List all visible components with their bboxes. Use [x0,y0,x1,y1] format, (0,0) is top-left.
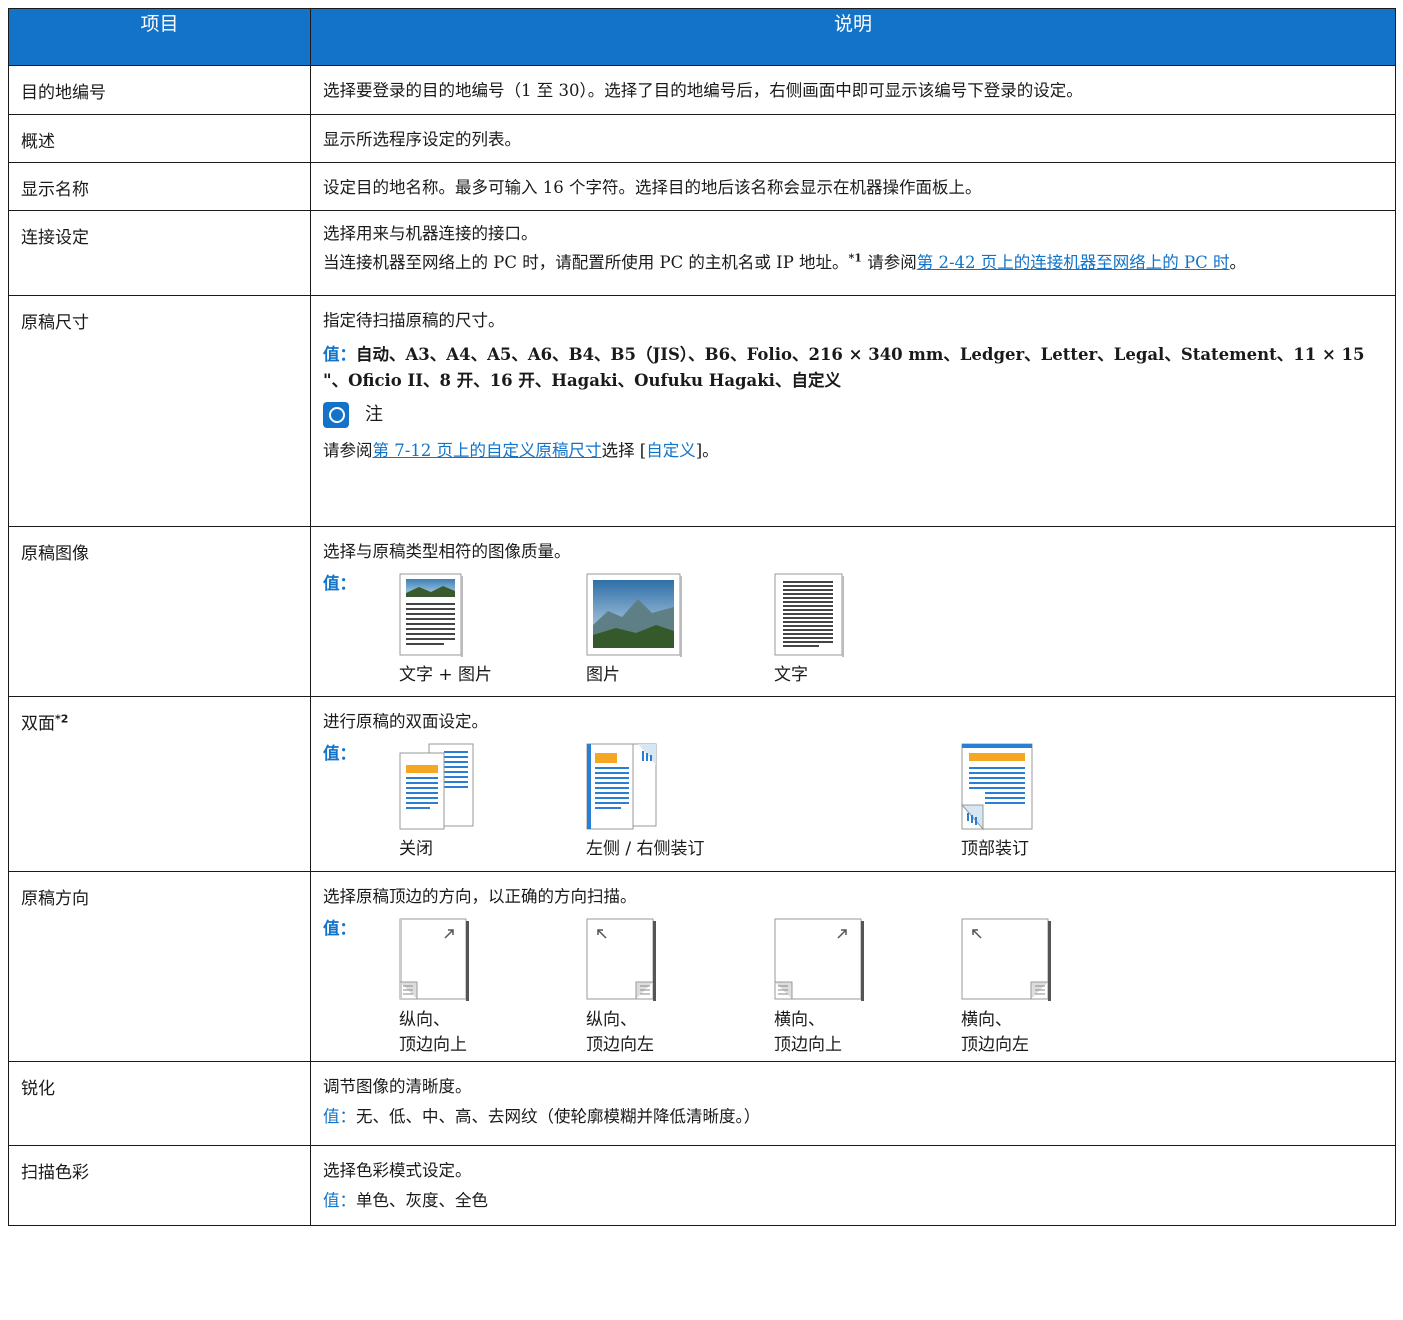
color-values: 值：单色、灰度、全色 [323,1191,488,1210]
table-header: 项目 说明 [8,8,1396,66]
desc-overview: 显示所选程序设定的列表。 [310,114,1396,163]
option-duplex-left-right[interactable]: 左侧 / 右侧装订 [586,743,705,862]
desc-color: 选择色彩模式设定。 值：单色、灰度、全色 [310,1145,1396,1226]
option-caption: 横向、 顶边向左 [961,1010,1029,1055]
option-duplex-top[interactable]: 顶部装订 [961,743,1035,862]
connection-desc1: 选择用来与机器连接的接口。 [323,224,538,243]
desc-orig-image: 选择与原稿类型相符的图像质量。 值： 文字 + 图片 图片 文字 [310,526,1396,697]
option-landscape-top-left[interactable]: 横向、 顶边向左 [961,918,1051,1058]
option-caption: 纵向、 顶边向上 [399,1010,467,1055]
orig-size-values: 值：自动、A3、A4、A5、A6、B4、B5（JIS）、B6、Folio、216… [323,345,1365,390]
photo-icon [586,573,682,657]
header-desc: 说明 [310,8,1396,66]
item-orientation: 原稿方向 [8,871,311,1062]
orig-image-desc: 选择与原稿类型相符的图像质量。 [323,542,571,561]
table-row: 原稿尺寸 指定待扫描原稿的尺寸。 值：自动、A3、A4、A5、A6、B4、B5（… [8,295,1396,527]
item-duplex: 双面*2 [8,696,311,872]
header-item: 项目 [8,8,311,66]
duplex-left-right-icon [586,743,657,830]
item-dest-no: 目的地编号 [8,65,311,115]
option-caption: 横向、 顶边向上 [774,1010,842,1055]
option-photo[interactable]: 图片 [586,573,682,688]
option-portrait-top-up[interactable]: 纵向、 顶边向上 [399,918,469,1058]
settings-table: 项目 说明 目的地编号 选择要登录的目的地编号（1 至 30）。选择了目的地编号… [8,8,1396,1226]
table-row: 原稿图像 选择与原稿类型相符的图像质量。 值： 文字 + 图片 图片 文字 [8,526,1396,697]
value-label: 值： [323,345,356,364]
orientation-desc: 选择原稿顶边的方向，以正确的方向扫描。 [323,887,637,906]
option-caption: 顶部装订 [961,839,1029,859]
item-display-name: 显示名称 [8,162,311,211]
item-overview: 概述 [8,114,311,163]
link-custom-size[interactable]: 第 7-12 页上的自定义原稿尺寸 [373,441,602,460]
note-title: 注 [365,404,383,425]
option-landscape-top-up[interactable]: 横向、 顶边向上 [774,918,864,1058]
table-row: 显示名称 设定目的地名称。最多可输入 16 个字符。选择目的地后该名称会显示在机… [8,162,1396,211]
portrait-top-up-icon [399,918,469,1001]
note: 注 [323,402,1383,428]
option-caption: 图片 [586,665,620,685]
orig-size-desc: 指定待扫描原稿的尺寸。 [323,311,505,330]
option-text[interactable]: 文字 [774,573,844,688]
desc-orientation: 选择原稿顶边的方向，以正确的方向扫描。 值： 纵向、 顶边向上 纵向、 顶边向左… [310,871,1396,1062]
table-row: 概述 显示所选程序设定的列表。 [8,114,1396,163]
desc-dest-no: 选择要登录的目的地编号（1 至 30）。选择了目的地编号后，右侧画面中即可显示该… [310,65,1396,115]
desc-display-name: 设定目的地名称。最多可输入 16 个字符。选择目的地后该名称会显示在机器操作面板… [310,162,1396,211]
value-label: 值： [323,1191,356,1210]
item-orig-image: 原稿图像 [8,526,311,697]
option-portrait-top-left[interactable]: 纵向、 顶边向左 [586,918,656,1058]
landscape-top-up-icon [774,918,864,1001]
option-text-photo[interactable]: 文字 + 图片 [399,573,492,688]
table-row: 目的地编号 选择要登录的目的地编号（1 至 30）。选择了目的地编号后，右侧画面… [8,65,1396,115]
option-caption: 关闭 [399,839,433,859]
orientation-options: 值： 纵向、 顶边向上 纵向、 顶边向左 横向、 顶边向上 横向、 顶边向左 [323,916,1383,1061]
option-caption: 左侧 / 右侧装订 [586,839,705,859]
item-orig-size: 原稿尺寸 [8,295,311,527]
desc-connection: 选择用来与机器连接的接口。 当连接机器至网络上的 PC 时，请配置所使用 PC … [310,210,1396,296]
sharpness-desc: 调节图像的清晰度。 [323,1077,472,1096]
value-label: 值： [323,1107,356,1126]
table-row: 连接设定 选择用来与机器连接的接口。 当连接机器至网络上的 PC 时，请配置所使… [8,210,1396,296]
value-label: 值： [323,744,356,763]
duplex-desc: 进行原稿的双面设定。 [323,712,488,731]
orig-image-options: 值： 文字 + 图片 图片 文字 [323,571,1383,696]
link-network-pc[interactable]: 第 2-42 页上的连接机器至网络上的 PC 时 [917,253,1230,272]
key-custom: 自定义 [646,441,696,460]
item-color: 扫描色彩 [8,1145,311,1226]
option-caption: 文字 [774,665,808,685]
item-sharpness: 锐化 [8,1061,311,1146]
table-row: 原稿方向 选择原稿顶边的方向，以正确的方向扫描。 值： 纵向、 顶边向上 纵向、… [8,871,1396,1062]
connection-desc2: 当连接机器至网络上的 PC 时，请配置所使用 PC 的主机名或 IP 地址。*1… [323,251,1246,273]
value-label: 值： [323,919,356,938]
table-row: 双面*2 进行原稿的双面设定。 值： 关闭 左侧 / 右侧装订 顶部装订 [8,696,1396,872]
option-caption: 纵向、 顶边向左 [586,1010,654,1055]
note-icon [323,402,349,428]
value-label: 值： [323,574,356,593]
sharpness-values: 值：无、低、中、高、去网纹（使轮廓模糊并降低清晰度。） [323,1107,761,1126]
table-row: 扫描色彩 选择色彩模式设定。 值：单色、灰度、全色 [8,1145,1396,1226]
color-desc: 选择色彩模式设定。 [323,1161,472,1180]
duplex-options: 值： 关闭 左侧 / 右侧装订 顶部装订 [323,741,1383,866]
desc-orig-size: 指定待扫描原稿的尺寸。 值：自动、A3、A4、A5、A6、B4、B5（JIS）、… [310,295,1396,527]
duplex-top-icon [961,743,1033,831]
option-duplex-off[interactable]: 关闭 [399,743,475,862]
desc-sharpness: 调节图像的清晰度。 值：无、低、中、高、去网纹（使轮廓模糊并降低清晰度。） [310,1061,1396,1146]
landscape-top-left-icon [961,918,1051,1001]
table-row: 锐化 调节图像的清晰度。 值：无、低、中、高、去网纹（使轮廓模糊并降低清晰度。） [8,1061,1396,1146]
duplex-off-icon [399,743,474,830]
desc-duplex: 进行原稿的双面设定。 值： 关闭 左侧 / 右侧装订 顶部装订 [310,696,1396,872]
item-connection: 连接设定 [8,210,311,296]
text-photo-icon [399,573,463,657]
text-icon [774,573,844,657]
option-caption: 文字 + 图片 [399,665,493,685]
note-text: 请参阅第 7-12 页上的自定义原稿尺寸选择 [自定义]。 [323,441,719,460]
portrait-top-left-icon [586,918,656,1001]
